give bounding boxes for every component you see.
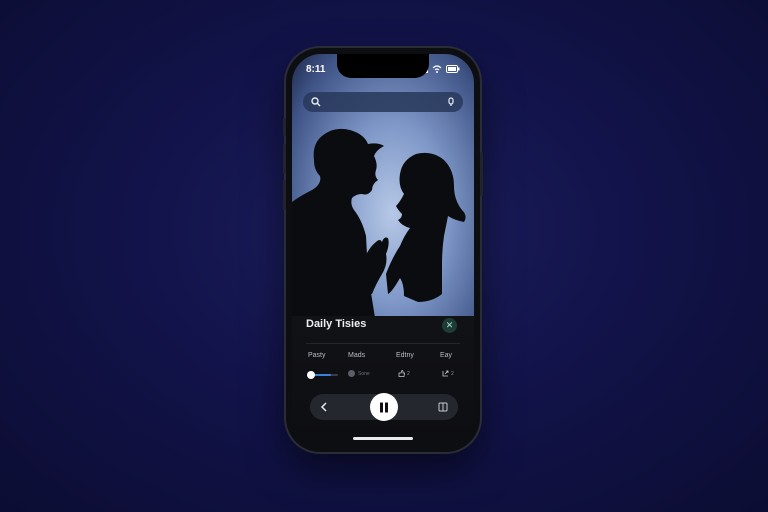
category-mads[interactable]: Mads	[348, 352, 365, 359]
pause-icon	[380, 402, 388, 412]
player-bar	[310, 393, 458, 421]
wifi-icon	[432, 65, 442, 73]
search-icon[interactable]	[311, 97, 321, 107]
card-title: Daily Tisies	[306, 318, 367, 330]
chevron-left-icon[interactable]	[320, 402, 328, 412]
progress-slider[interactable]	[307, 371, 338, 379]
screen: 8:11 Daily Tisies ✕ Pasty Mads Edtny Eay…	[292, 54, 474, 446]
toggle-dot	[348, 370, 355, 377]
category-edtny[interactable]: Edtny	[396, 352, 414, 359]
phone-frame: 8:11 Daily Tisies ✕ Pasty Mads Edtny Eay…	[283, 48, 483, 452]
home-indicator[interactable]	[353, 437, 413, 440]
pause-button[interactable]	[370, 393, 398, 421]
close-button[interactable]: ✕	[442, 318, 457, 333]
notch	[337, 54, 429, 78]
search-bar[interactable]	[303, 92, 463, 112]
power-button	[480, 152, 483, 196]
share-count: 2	[451, 370, 454, 377]
like-count: 2	[407, 370, 410, 377]
like-control[interactable]: 2	[398, 370, 410, 377]
mic-icon[interactable]	[447, 97, 455, 107]
status-time: 8:11	[306, 63, 326, 75]
divider	[306, 343, 460, 344]
toggle-control[interactable]: Sone	[348, 370, 370, 377]
share-icon	[442, 370, 449, 377]
silent-switch	[283, 118, 286, 136]
slider-thumb[interactable]	[307, 371, 315, 379]
volume-down-button	[283, 180, 286, 210]
queue-icon[interactable]	[438, 402, 448, 412]
share-control[interactable]: 2	[442, 370, 454, 377]
category-eay[interactable]: Eay	[440, 352, 452, 359]
toggle-label: Sone	[358, 370, 370, 377]
thumb-up-icon	[398, 370, 405, 377]
volume-up-button	[283, 144, 286, 174]
battery-icon	[446, 65, 460, 73]
controls-row: Sone 2 2	[292, 368, 474, 382]
category-pasty[interactable]: Pasty	[308, 352, 326, 359]
